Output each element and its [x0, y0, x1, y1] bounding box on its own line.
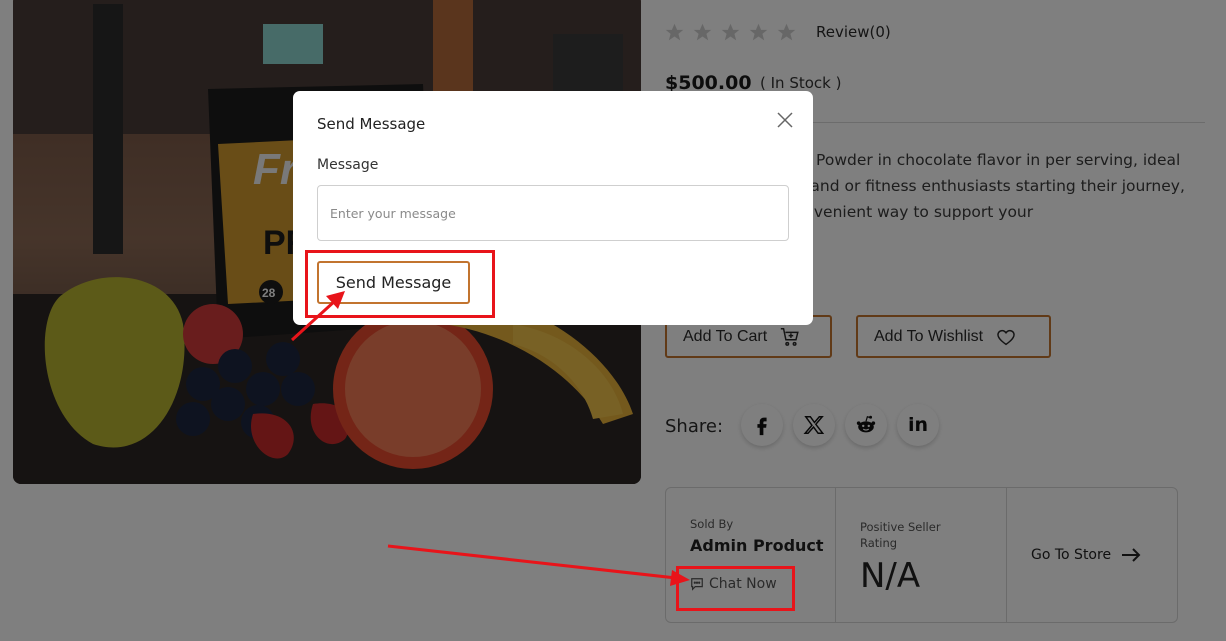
arrow-to-chat-now: [387, 544, 677, 580]
annotation-arrows: [290, 291, 690, 586]
arrowhead-chat: [670, 570, 690, 586]
arrow-to-send-button: [290, 298, 338, 342]
